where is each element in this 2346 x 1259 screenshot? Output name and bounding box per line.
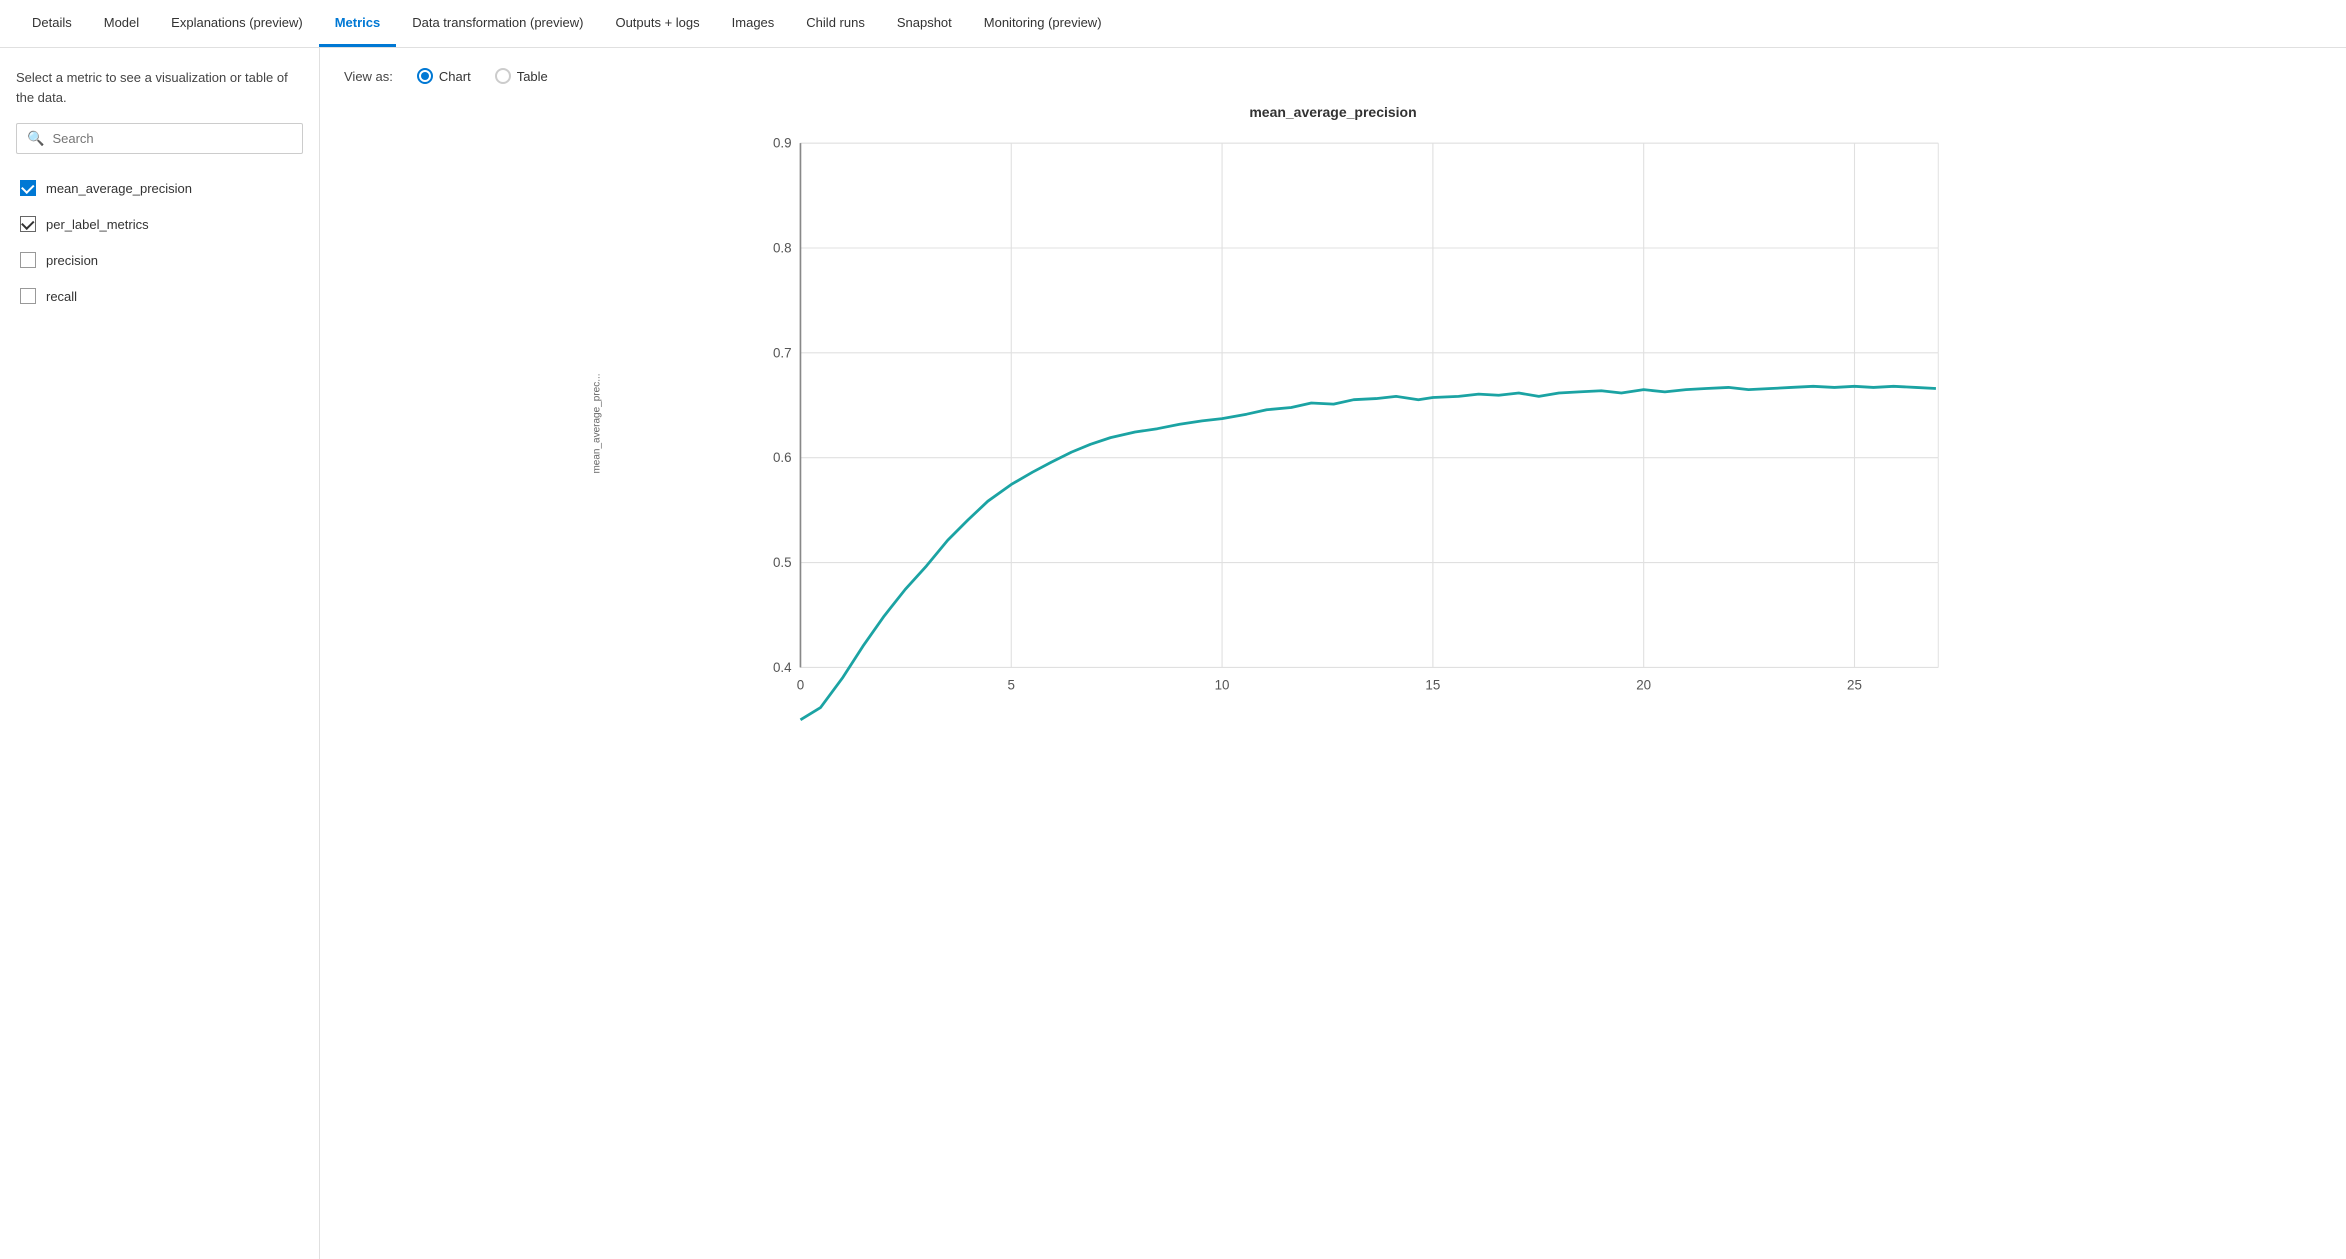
svg-text:0.6: 0.6 [773,450,792,465]
view-as-table-label: Table [517,69,548,84]
nav-snapshot[interactable]: Snapshot [881,0,968,47]
svg-text:0.5: 0.5 [773,555,792,570]
svg-text:0: 0 [797,678,804,693]
view-as-table-radio[interactable] [495,68,511,84]
nav-model[interactable]: Model [88,0,155,47]
sidebar-description: Select a metric to see a visualization o… [16,68,303,107]
metric-item-mean-average-precision[interactable]: mean_average_precision [16,170,303,206]
view-as-chart-radio[interactable] [417,68,433,84]
metric-checkbox-per-label-metrics[interactable] [20,216,36,232]
svg-text:5: 5 [1008,678,1015,693]
view-as-label: View as: [344,69,393,84]
main-layout: Select a metric to see a visualization o… [0,48,2346,1259]
view-as-row: View as: Chart Table [344,68,2322,84]
svg-text:0.4: 0.4 [773,660,792,675]
metric-label-recall: recall [46,289,77,304]
nav-images[interactable]: Images [716,0,791,47]
nav-child-runs[interactable]: Child runs [790,0,881,47]
metric-item-per-label-metrics[interactable]: per_label_metrics [16,206,303,242]
nav-data-transformation[interactable]: Data transformation (preview) [396,0,599,47]
metric-checkbox-mean-average-precision[interactable] [20,180,36,196]
search-icon: 🔍 [27,130,44,147]
nav-metrics[interactable]: Metrics [319,0,397,47]
nav-details[interactable]: Details [16,0,88,47]
svg-text:15: 15 [1425,678,1440,693]
chart-svg-area: 0.9 0.8 0.7 0.6 0.5 0.4 0 5 10 15 20 [611,132,2083,715]
sidebar: Select a metric to see a visualization o… [0,48,320,1259]
metric-list: mean_average_precision per_label_metrics… [16,170,303,314]
metric-checkbox-recall[interactable] [20,288,36,304]
nav-outputs-logs[interactable]: Outputs + logs [599,0,715,47]
top-navigation: Details Model Explanations (preview) Met… [0,0,2346,48]
svg-text:0.9: 0.9 [773,136,792,151]
svg-text:10: 10 [1215,678,1230,693]
y-axis-label: mean_average_prec... [583,132,611,715]
svg-text:25: 25 [1847,678,1862,693]
chart-container: mean_average_precision mean_average_prec… [344,104,2322,1239]
search-box[interactable]: 🔍 [16,123,303,154]
svg-text:0.8: 0.8 [773,240,792,255]
view-as-chart-option[interactable]: Chart [417,68,471,84]
metric-label-precision: precision [46,253,98,268]
view-as-table-option[interactable]: Table [495,68,548,84]
nav-explanations[interactable]: Explanations (preview) [155,0,319,47]
view-as-chart-label: Chart [439,69,471,84]
metric-item-recall[interactable]: recall [16,278,303,314]
metric-checkbox-precision[interactable] [20,252,36,268]
metric-label-per-label-metrics: per_label_metrics [46,217,149,232]
metric-item-precision[interactable]: precision [16,242,303,278]
svg-text:0.7: 0.7 [773,345,792,360]
content-area: View as: Chart Table mean_average_precis… [320,48,2346,1259]
chart-svg: 0.9 0.8 0.7 0.6 0.5 0.4 0 5 10 15 20 [611,132,2083,712]
chart-wrapper: mean_average_precision mean_average_prec… [583,104,2083,715]
chart-title: mean_average_precision [583,104,2083,120]
chart-inner: mean_average_prec... [583,132,2083,715]
search-input[interactable] [52,131,292,146]
svg-text:20: 20 [1636,678,1651,693]
nav-monitoring[interactable]: Monitoring (preview) [968,0,1118,47]
metric-label-mean-average-precision: mean_average_precision [46,181,192,196]
